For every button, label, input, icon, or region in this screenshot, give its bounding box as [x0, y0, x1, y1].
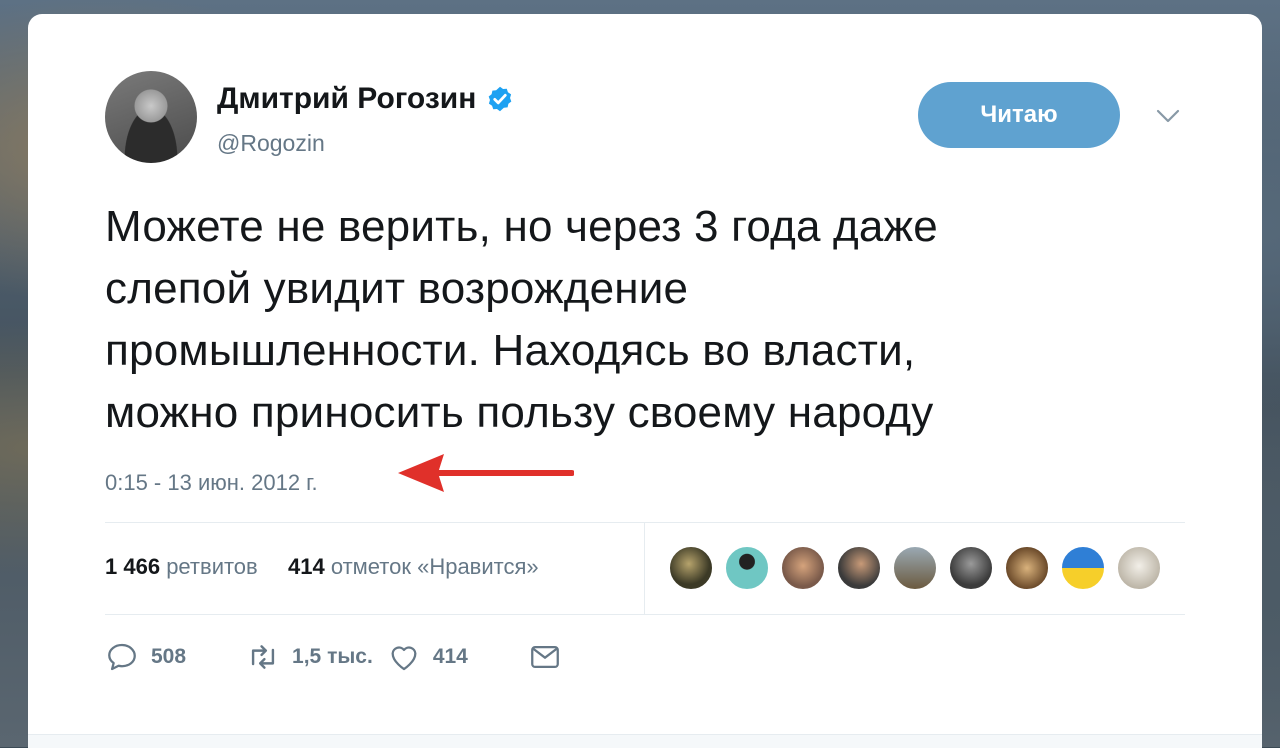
likes-label[interactable]: отметок «Нравится» — [331, 554, 539, 579]
chevron-down-icon[interactable] — [1156, 109, 1180, 123]
tweet-text: Можете не верить, но через 3 года даже с… — [105, 196, 1185, 444]
reply-button[interactable]: 508 — [105, 640, 186, 674]
liker-avatar[interactable] — [724, 545, 770, 591]
tweet-actions: 508 1,5 тыс. 414 — [105, 640, 562, 674]
like-count: 414 — [432, 645, 468, 668]
tweet-timestamp[interactable]: 0:15 - 13 июн. 2012 г. — [105, 470, 318, 496]
liker-avatar[interactable] — [948, 545, 994, 591]
reply-count: 508 — [151, 645, 187, 668]
tweet-text-line: можно приносить пользу своему народу — [105, 388, 934, 437]
likers-avatars — [668, 545, 1172, 591]
retweet-button[interactable]: 1,5 тыс. — [246, 640, 373, 674]
tweet-card: Дмитрий Рогозин @Rogozin Читаю Можете не… — [28, 14, 1262, 747]
liker-avatar[interactable] — [836, 545, 882, 591]
liker-avatar[interactable] — [1116, 545, 1162, 591]
likes-count[interactable]: 414 — [288, 554, 325, 579]
liker-avatar[interactable] — [780, 545, 826, 591]
divider — [644, 523, 645, 614]
author-name[interactable]: Дмитрий Рогозин — [217, 82, 476, 116]
card-footer-strip — [28, 734, 1262, 748]
author-handle[interactable]: @Rogozin — [217, 130, 325, 157]
retweets-label[interactable]: ретвитов — [166, 554, 258, 579]
envelope-icon — [530, 645, 559, 669]
reply-icon — [108, 643, 136, 671]
liker-avatar[interactable] — [668, 545, 714, 591]
liker-avatar[interactable] — [892, 545, 938, 591]
divider — [105, 522, 1185, 523]
retweet-icon — [251, 645, 275, 669]
like-button[interactable]: 414 — [387, 640, 468, 674]
tweet-text-line: промышленности. Находясь во власти, — [105, 326, 916, 375]
tweet-text-line: Можете не верить, но через 3 года даже — [105, 202, 938, 251]
verified-badge-icon — [489, 86, 512, 112]
heart-icon — [391, 646, 417, 671]
liker-avatar[interactable] — [1004, 545, 1050, 591]
author-avatar[interactable] — [105, 71, 197, 163]
retweets-count[interactable]: 1 466 — [105, 554, 160, 579]
tweet-text-line: слепой увидит возрождение — [105, 264, 689, 313]
annotation-arrow-icon — [398, 454, 574, 492]
follow-button[interactable]: Читаю — [918, 82, 1120, 148]
divider — [105, 614, 1185, 615]
retweet-count: 1,5 тыс. — [292, 645, 373, 668]
message-button[interactable] — [528, 640, 562, 674]
author-name-row[interactable]: Дмитрий Рогозин — [217, 82, 514, 116]
tweet-stats: 1 466 ретвитов 414 отметок «Нравится» — [105, 554, 539, 580]
liker-avatar[interactable] — [1060, 545, 1106, 591]
